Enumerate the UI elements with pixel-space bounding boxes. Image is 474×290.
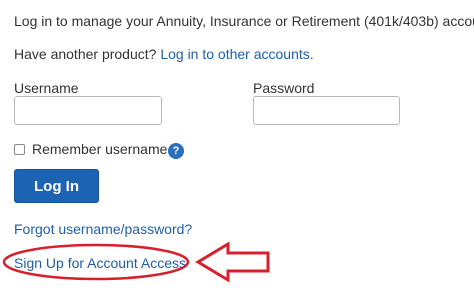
forgot-credentials-link[interactable]: Forgot username/password? (14, 221, 192, 237)
intro-text: Log in to manage your Annuity, Insurance… (14, 13, 474, 29)
arrow-left-icon (195, 241, 270, 283)
remember-username[interactable]: Remember username (14, 141, 167, 157)
remember-username-label: Remember username (32, 141, 168, 157)
username-label: Username (14, 80, 79, 96)
password-input[interactable] (253, 96, 400, 125)
remember-username-checkbox[interactable] (14, 143, 25, 155)
login-page: Log in to manage your Annuity, Insurance… (0, 0, 474, 290)
help-icon[interactable]: ? (168, 143, 184, 159)
other-product-line: Have another product? Log in to other ac… (14, 46, 314, 62)
username-input[interactable] (14, 96, 162, 125)
other-product-prefix: Have another product? (14, 46, 161, 62)
signup-link[interactable]: Sign Up for Account Access (14, 255, 186, 271)
password-label: Password (253, 80, 315, 96)
other-accounts-link[interactable]: Log in to other accounts. (160, 46, 313, 62)
login-button[interactable]: Log In (14, 169, 99, 203)
